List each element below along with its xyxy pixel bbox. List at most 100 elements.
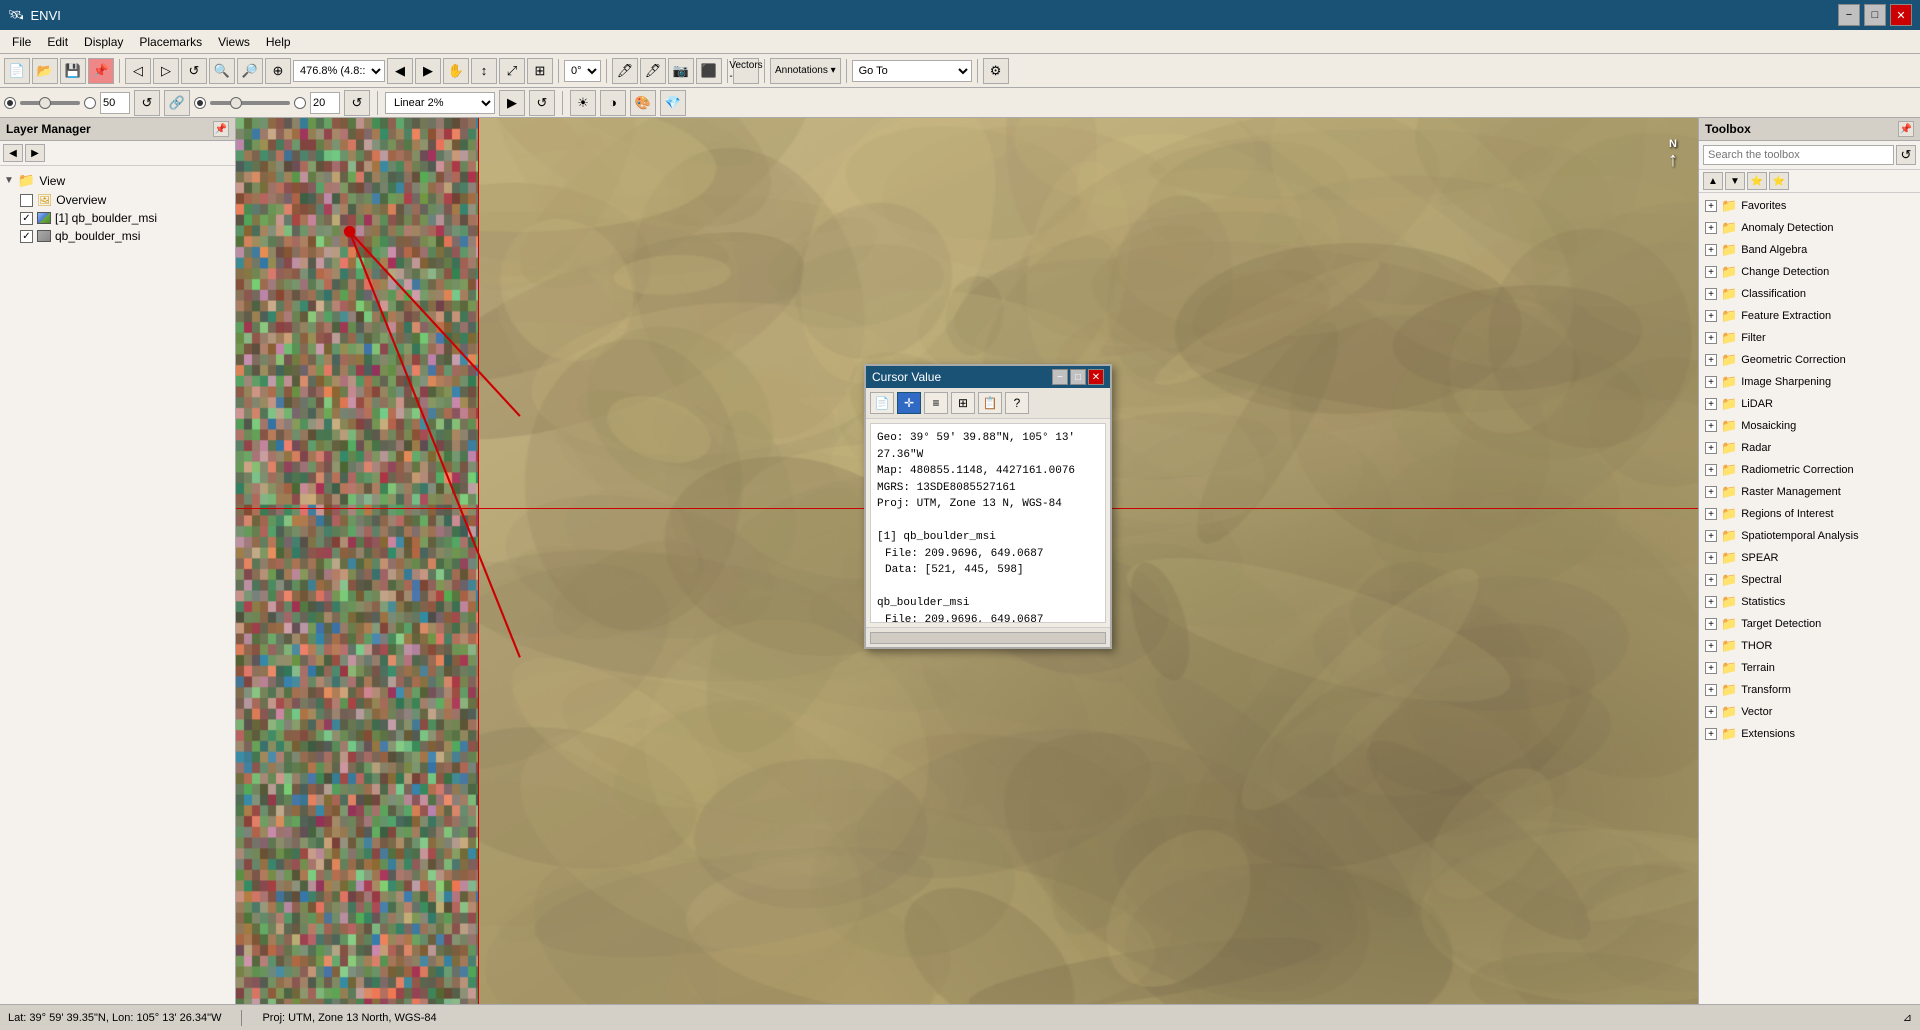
- tool1[interactable]: ✋: [443, 58, 469, 84]
- tree-view-folder[interactable]: ▼ 📁 View: [4, 170, 231, 191]
- toolbox-category-thor[interactable]: + 📁 THOR: [1701, 635, 1918, 657]
- dialog-tool-help[interactable]: ?: [1005, 392, 1029, 414]
- toolbox-category-mosaicking[interactable]: + 📁 Mosaicking: [1701, 415, 1918, 437]
- tool7[interactable]: 📷: [668, 58, 694, 84]
- settings-button[interactable]: ⚙: [983, 58, 1009, 84]
- dialog-tool-grid[interactable]: ⊞: [951, 392, 975, 414]
- expand-icon[interactable]: +: [1705, 464, 1717, 476]
- close-button[interactable]: ✕: [1890, 4, 1912, 26]
- pan-left[interactable]: ◀: [387, 58, 413, 84]
- toolbox-pin[interactable]: 📌: [1898, 121, 1914, 137]
- zoom-input-btn[interactable]: ⊕: [265, 58, 291, 84]
- expand-icon[interactable]: +: [1705, 618, 1717, 630]
- toolbox-category-raster-management[interactable]: + 📁 Raster Management: [1701, 481, 1918, 503]
- toolbox-category-transform[interactable]: + 📁 Transform: [1701, 679, 1918, 701]
- tree-layer2[interactable]: ✓ qb_boulder_msi: [4, 227, 231, 245]
- toolbox-category-favorites[interactable]: + 📁 Favorites: [1701, 195, 1918, 217]
- layer-manager-pin[interactable]: 📌: [213, 121, 229, 137]
- dialog-maximize[interactable]: □: [1070, 369, 1086, 385]
- radio-option2[interactable]: [84, 97, 96, 109]
- expand-icon[interactable]: +: [1705, 244, 1717, 256]
- apply-stretch[interactable]: ▶: [499, 90, 525, 116]
- menu-display[interactable]: Display: [76, 33, 131, 51]
- expand-icon[interactable]: +: [1705, 376, 1717, 388]
- toolbox-category-spatiotemporal-analysis[interactable]: + 📁 Spatiotemporal Analysis: [1701, 525, 1918, 547]
- contrast-input[interactable]: [310, 92, 340, 114]
- maximize-button[interactable]: □: [1864, 4, 1886, 26]
- toolbox-category-regions-of-interest[interactable]: + 📁 Regions of Interest: [1701, 503, 1918, 525]
- minimize-button[interactable]: −: [1838, 4, 1860, 26]
- menu-help[interactable]: Help: [258, 33, 299, 51]
- toolbox-category-anomaly-detection[interactable]: + 📁 Anomaly Detection: [1701, 217, 1918, 239]
- toolbox-search-btn[interactable]: ↺: [1896, 145, 1916, 165]
- expand-icon[interactable]: +: [1705, 574, 1717, 586]
- toolbox-category-radar[interactable]: + 📁 Radar: [1701, 437, 1918, 459]
- dialog-tool-crosshair[interactable]: ✛: [897, 392, 921, 414]
- expand-icon[interactable]: +: [1705, 266, 1717, 278]
- status-resize[interactable]: ⊿: [1903, 1011, 1912, 1024]
- layer-ctrl-1[interactable]: ◀: [3, 144, 23, 162]
- refresh-contrast[interactable]: ↺: [344, 90, 370, 116]
- dialog-tool-table[interactable]: ≡: [924, 392, 948, 414]
- tool2[interactable]: ↕: [471, 58, 497, 84]
- layer-ctrl-2[interactable]: ▶: [25, 144, 45, 162]
- toolbox-category-change-detection[interactable]: + 📁 Change Detection: [1701, 261, 1918, 283]
- open-button[interactable]: 📂: [32, 58, 58, 84]
- expand-icon[interactable]: +: [1705, 662, 1717, 674]
- contrast-slider[interactable]: [210, 101, 290, 105]
- zoom-in-button[interactable]: 🔍: [209, 58, 235, 84]
- expand-icon[interactable]: +: [1705, 354, 1717, 366]
- pan-right[interactable]: ▶: [415, 58, 441, 84]
- toolbox-category-feature-extraction[interactable]: + 📁 Feature Extraction: [1701, 305, 1918, 327]
- vectors-btn[interactable]: Vectors -: [733, 58, 759, 84]
- toolbox-category-image-sharpening[interactable]: + 📁 Image Sharpening: [1701, 371, 1918, 393]
- expand-icon[interactable]: +: [1705, 442, 1717, 454]
- expand-icon[interactable]: +: [1705, 530, 1717, 542]
- zoom-out-button[interactable]: 🔎: [237, 58, 263, 84]
- goto-select[interactable]: Go To: [852, 60, 972, 82]
- reset-stretch[interactable]: ↺: [529, 90, 555, 116]
- cursor-value-dialog[interactable]: Cursor Value − □ ✕ 📄 ✛ ≡ ⊞ 📋 ? Geo: 39° …: [864, 364, 1112, 649]
- menu-placemarks[interactable]: Placemarks: [131, 33, 210, 51]
- zoom-select[interactable]: 476.8% (4.8::: [293, 60, 385, 82]
- angle-select[interactable]: 0°: [564, 60, 601, 82]
- annotations-btn[interactable]: Annotations ▾: [770, 58, 841, 84]
- expand-icon[interactable]: +: [1705, 486, 1717, 498]
- toolbox-category-geometric-correction[interactable]: + 📁 Geometric Correction: [1701, 349, 1918, 371]
- image-area[interactable]: N ↑ Cursor Value − □ ✕ 📄 ✛ ≡ ⊞ 📋 ?: [236, 118, 1698, 1004]
- toolbox-category-terrain[interactable]: + 📁 Terrain: [1701, 657, 1918, 679]
- toolbox-category-vector[interactable]: + 📁 Vector: [1701, 701, 1918, 723]
- toolbox-category-target-detection[interactable]: + 📁 Target Detection: [1701, 613, 1918, 635]
- expand-icon[interactable]: +: [1705, 640, 1717, 652]
- dialog-tool-clipboard[interactable]: 📋: [978, 392, 1002, 414]
- tree-overview[interactable]: 🖼 Overview: [4, 191, 231, 209]
- dialog-tool-file[interactable]: 📄: [870, 392, 894, 414]
- dialog-close[interactable]: ✕: [1088, 369, 1104, 385]
- toolbox-category-spectral[interactable]: + 📁 Spectral: [1701, 569, 1918, 591]
- dialog-minimize[interactable]: −: [1052, 369, 1068, 385]
- overview-checkbox[interactable]: [20, 194, 33, 207]
- toolbox-category-band-algebra[interactable]: + 📁 Band Algebra: [1701, 239, 1918, 261]
- tool5[interactable]: 🖊: [612, 58, 638, 84]
- radio-option4[interactable]: [294, 97, 306, 109]
- toolbox-category-spear[interactable]: + 📁 SPEAR: [1701, 547, 1918, 569]
- link-btn[interactable]: 🔗: [164, 90, 190, 116]
- brightness-slider[interactable]: [20, 101, 80, 105]
- tree-layer1[interactable]: ✓ [1] qb_boulder_msi: [4, 209, 231, 227]
- pin-button[interactable]: 📌: [88, 58, 114, 84]
- brightness-input[interactable]: [100, 92, 130, 114]
- toolbox-nav-up[interactable]: ▲: [1703, 172, 1723, 190]
- toolbox-category-classification[interactable]: + 📁 Classification: [1701, 283, 1918, 305]
- expand-icon[interactable]: +: [1705, 508, 1717, 520]
- layer2-checkbox[interactable]: ✓: [20, 230, 33, 243]
- toolbox-category-lidar[interactable]: + 📁 LiDAR: [1701, 393, 1918, 415]
- toolbox-nav-pin2[interactable]: ⭐: [1769, 172, 1789, 190]
- toolbox-category-radiometric-correction[interactable]: + 📁 Radiometric Correction: [1701, 459, 1918, 481]
- toolbox-nav-pin1[interactable]: ⭐: [1747, 172, 1767, 190]
- next-button[interactable]: ▷: [153, 58, 179, 84]
- toolbox-nav-down[interactable]: ▼: [1725, 172, 1745, 190]
- expand-icon[interactable]: +: [1705, 552, 1717, 564]
- expand-icon[interactable]: +: [1705, 310, 1717, 322]
- expand-icon[interactable]: +: [1705, 398, 1717, 410]
- expand-icon[interactable]: +: [1705, 684, 1717, 696]
